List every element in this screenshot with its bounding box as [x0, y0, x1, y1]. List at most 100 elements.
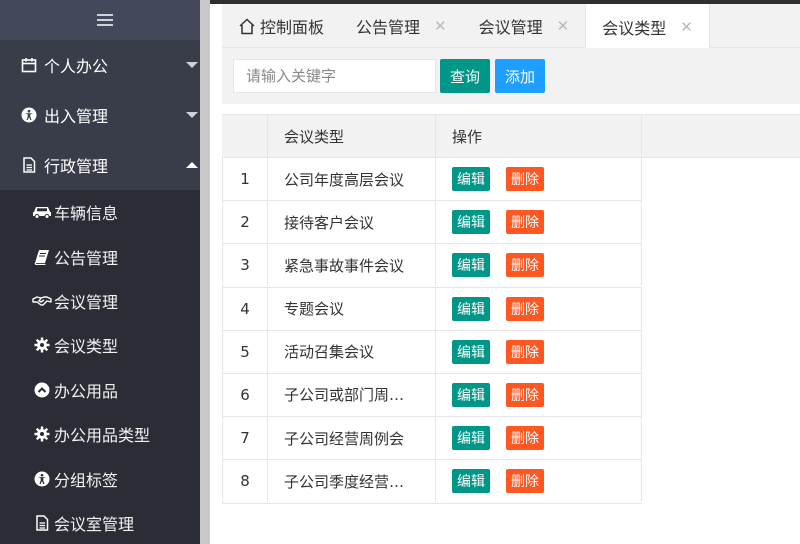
- edit-button[interactable]: 编辑: [452, 382, 490, 407]
- edit-button[interactable]: 编辑: [452, 426, 490, 451]
- caret-down-icon: [186, 112, 198, 118]
- tab-dashboard[interactable]: 控制面板: [222, 4, 340, 48]
- table-row: 5 活动召集会议 编辑 删除: [222, 330, 642, 374]
- edit-button[interactable]: 编辑: [452, 296, 490, 321]
- row-index: 2: [223, 201, 268, 244]
- sidebar-toggle[interactable]: [0, 0, 210, 40]
- accessibility-icon: [20, 106, 38, 124]
- meeting-type-name: 专题会议: [284, 300, 345, 319]
- row-actions: 编辑 删除: [436, 287, 642, 330]
- edit-button[interactable]: 编辑: [452, 339, 490, 364]
- table-row: 3 紧急事故事件会议 编辑 删除: [222, 244, 642, 288]
- sidebar-item-group-tags[interactable]: 分组标签: [0, 456, 210, 500]
- sidebar-group-label: 出入管理: [44, 107, 109, 126]
- sidebar-item-office-supplies[interactable]: 办公用品: [0, 368, 210, 412]
- sidebar-item-meeting-type[interactable]: 会议类型: [0, 323, 210, 367]
- delete-button[interactable]: 删除: [506, 426, 544, 451]
- tab-label: 控制面板: [260, 18, 325, 37]
- tab-label: 会议类型: [602, 18, 667, 38]
- sidebar-scrollbar[interactable]: [200, 0, 210, 544]
- delete-button[interactable]: 删除: [506, 210, 544, 235]
- row-index: 4: [223, 287, 268, 330]
- meeting-type-name: 接待客户会议: [284, 213, 375, 232]
- row-index: 5: [223, 330, 268, 373]
- handshake-icon: [32, 292, 52, 310]
- row-index: 7: [223, 417, 268, 460]
- sidebar-item-meeting-room[interactable]: 会议室管理: [0, 501, 210, 544]
- main-content: 控制面板 公告管理 ✕ 会议管理 ✕ 会议类型 ✕ 查询 添加 会议类型 操作 …: [210, 0, 800, 544]
- sidebar-item-label: 会议管理: [54, 292, 119, 312]
- delete-button[interactable]: 删除: [506, 382, 544, 407]
- tab-bar: 控制面板 公告管理 ✕ 会议管理 ✕ 会议类型 ✕: [222, 4, 800, 49]
- search-input[interactable]: [233, 59, 436, 93]
- hamburger-icon: [97, 14, 113, 26]
- tab-meeting-management[interactable]: 会议管理 ✕: [463, 4, 586, 48]
- table-row: 8 子公司季度经营… 编辑 删除: [222, 460, 642, 504]
- close-icon[interactable]: ✕: [434, 17, 447, 35]
- delete-button[interactable]: 删除: [506, 339, 544, 364]
- sidebar-group-label: 行政管理: [44, 157, 109, 176]
- gear-icon: [32, 425, 52, 443]
- row-index: 8: [223, 460, 268, 503]
- sidebar-group-admin-management[interactable]: 行政管理: [0, 140, 210, 190]
- row-meeting-type: 接待客户会议: [268, 201, 436, 244]
- admin-submenu: 车辆信息 公告管理 会议管理 会议类型 办公用品 办公用品类型 分组标签 会议室…: [0, 190, 210, 544]
- sidebar-group-label: 个人办公: [44, 57, 109, 76]
- row-actions: 编辑 删除: [436, 417, 642, 460]
- car-icon: [32, 203, 52, 221]
- sidebar: 个人办公 出入管理 行政管理 车辆信息 公告管理 会议管理 会议类型 办公用品 …: [0, 0, 210, 544]
- row-meeting-type: 子公司经营周例会: [268, 417, 436, 460]
- sidebar-group-personal-office[interactable]: 个人办公: [0, 40, 210, 90]
- tab-meeting-type[interactable]: 会议类型 ✕: [585, 4, 710, 49]
- row-actions: 编辑 删除: [436, 244, 642, 287]
- sidebar-item-vehicle-info[interactable]: 车辆信息: [0, 190, 210, 234]
- close-icon[interactable]: ✕: [557, 17, 570, 35]
- delete-button[interactable]: 删除: [506, 469, 544, 494]
- row-meeting-type: 公司年度高层会议: [268, 158, 436, 200]
- add-button[interactable]: 添加: [495, 59, 545, 93]
- meeting-type-name: 紧急事故事件会议: [284, 256, 405, 275]
- row-meeting-type: 专题会议: [268, 287, 436, 330]
- row-actions: 编辑 删除: [436, 460, 642, 503]
- meeting-type-name: 子公司季度经营…: [284, 472, 405, 491]
- sidebar-item-label: 车辆信息: [54, 204, 119, 224]
- row-actions: 编辑 删除: [436, 201, 642, 244]
- sidebar-item-meeting-management[interactable]: 会议管理: [0, 279, 210, 323]
- document-icon: [20, 156, 38, 174]
- meeting-type-name: 公司年度高层会议: [284, 170, 405, 189]
- sidebar-item-notice-management[interactable]: 公告管理: [0, 234, 210, 278]
- header-meeting-type: 会议类型: [268, 115, 436, 158]
- table-row: 2 接待客户会议 编辑 删除: [222, 201, 642, 245]
- delete-button[interactable]: 删除: [506, 167, 544, 191]
- meeting-type-name: 活动召集会议: [284, 343, 375, 362]
- chevron-up-circle-icon: [32, 381, 52, 399]
- table-body: 1 公司年度高层会议 编辑 删除 2 接待客户会议 编辑 删除 3 紧急事故事件…: [222, 158, 800, 504]
- sidebar-item-label: 办公用品类型: [54, 426, 151, 446]
- row-meeting-type: 子公司季度经营…: [268, 460, 436, 503]
- tab-notice-management[interactable]: 公告管理 ✕: [340, 4, 463, 48]
- table-row: 7 子公司经营周例会 编辑 删除: [222, 417, 642, 461]
- delete-button[interactable]: 删除: [506, 253, 544, 278]
- row-meeting-type: 子公司或部门周…: [268, 373, 436, 416]
- sidebar-group-access-management[interactable]: 出入管理: [0, 90, 210, 140]
- edit-button[interactable]: 编辑: [452, 167, 490, 191]
- table-row: 1 公司年度高层会议 编辑 删除: [222, 158, 642, 202]
- edit-button[interactable]: 编辑: [452, 210, 490, 235]
- row-index: 6: [223, 373, 268, 416]
- row-index: 1: [223, 158, 268, 200]
- close-icon[interactable]: ✕: [680, 18, 693, 36]
- sidebar-item-label: 分组标签: [54, 470, 119, 490]
- edit-button[interactable]: 编辑: [452, 469, 490, 494]
- row-actions: 编辑 删除: [436, 373, 642, 416]
- meeting-type-name: 子公司经营周例会: [284, 429, 405, 448]
- gear-icon: [32, 336, 52, 354]
- edit-button[interactable]: 编辑: [452, 253, 490, 278]
- query-button[interactable]: 查询: [440, 59, 490, 93]
- calendar-icon: [20, 56, 38, 74]
- sidebar-item-label: 办公用品: [54, 381, 119, 401]
- sidebar-item-office-supply-type[interactable]: 办公用品类型: [0, 412, 210, 456]
- table-header: 会议类型 操作: [222, 114, 800, 158]
- delete-button[interactable]: 删除: [506, 296, 544, 321]
- meeting-type-name: 子公司或部门周…: [284, 386, 405, 405]
- tab-label: 会议管理: [478, 18, 543, 37]
